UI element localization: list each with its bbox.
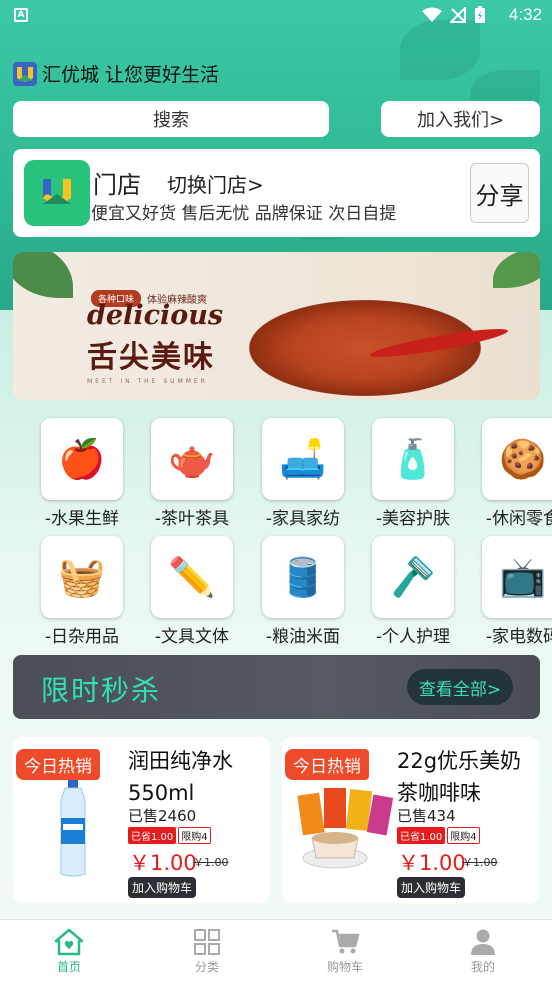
store-card: 门店 切换门店> 便宜又好货 售后无忧 品牌保证 次日自提 分享 xyxy=(13,149,540,237)
tab-label: 分类 xyxy=(194,960,219,974)
home-icon xyxy=(54,928,84,956)
product-card[interactable]: 今日热销 润田纯净水550ml 已售2460 已省1.00 限购4 ￥1.00 … xyxy=(13,737,270,903)
tab-label: 我的 xyxy=(470,960,495,974)
leaf-decoration xyxy=(13,252,73,298)
category-label: -茶叶茶具 xyxy=(154,509,230,529)
sold-count: 已售2460 xyxy=(128,807,197,825)
tab-label: 首页 xyxy=(56,960,81,974)
category-label: -个人护理 xyxy=(375,627,451,646)
category-stationery[interactable]: ✏️ -文具文体 xyxy=(137,536,247,646)
hot-badge: 今日热销 xyxy=(285,749,369,780)
category-grid: 🍎 -水果生鲜 🫖 -茶叶茶具 🛋️ -家具家纺 🧴 -美容护肤 🍪 -休闲零食… xyxy=(0,416,552,646)
product-price: ￥1.00 xyxy=(129,851,197,875)
switch-store-link[interactable]: 切换门店> xyxy=(167,169,264,198)
original-price: ￥1.00 xyxy=(193,856,229,869)
brand-logo-icon xyxy=(13,61,37,86)
tv-icon: 📺 xyxy=(482,536,552,618)
clock: 4:32 xyxy=(508,5,542,24)
join-us-button[interactable]: 加入我们> xyxy=(381,101,540,137)
shelf-icon: 🧺 xyxy=(41,536,123,618)
tab-cart[interactable]: 购物车 xyxy=(276,920,414,983)
saved-badge: 已省1.00 xyxy=(397,827,446,844)
snack-icon: 🍪 xyxy=(482,418,552,500)
search-input[interactable]: 搜索 xyxy=(13,101,329,137)
product-name: 22g优乐美奶茶咖啡味 xyxy=(397,749,522,805)
notification-icon: A xyxy=(14,8,28,22)
category-label: -家具家纺 xyxy=(265,509,341,529)
share-button[interactable]: 分享 xyxy=(470,163,529,223)
shaver-icon: 🪒 xyxy=(372,536,454,618)
status-bar: A 4:32 xyxy=(0,0,552,32)
battery-icon xyxy=(475,6,485,23)
flash-sale-title: 限时秒杀 xyxy=(41,674,162,707)
water-bottle-icon xyxy=(19,773,127,883)
tab-label: 购物车 xyxy=(326,960,363,974)
category-label: -水果生鲜 xyxy=(44,509,120,529)
teapot-icon: 🫖 xyxy=(151,418,233,500)
category-label: -文具文体 xyxy=(154,627,230,646)
category-grain-oil[interactable]: 🛢️ -粮油米面 xyxy=(248,536,358,646)
category-furniture[interactable]: 🛋️ -家具家纺 xyxy=(248,418,358,529)
product-name: 润田纯净水550ml xyxy=(128,749,233,805)
category-label: -美容护肤 xyxy=(375,509,451,529)
category-label: -家电数码 xyxy=(485,627,552,646)
store-logo-icon xyxy=(24,160,90,226)
sofa-icon: 🛋️ xyxy=(262,418,344,500)
product-card[interactable]: 今日热销 22g优乐美奶茶咖啡味 已售434 已省1.00 限购4 ￥1.00 … xyxy=(282,737,539,903)
category-beauty[interactable]: 🧴 -美容护肤 xyxy=(358,418,468,529)
original-price: ￥1.00 xyxy=(462,856,498,869)
grid-icon xyxy=(194,929,220,955)
user-icon xyxy=(471,929,495,955)
limit-badge: 限购4 xyxy=(178,827,211,844)
brand-title: 汇优城 让您更好生活 xyxy=(42,64,220,86)
category-label: -休闲零食 xyxy=(485,509,552,529)
brand-header: 汇优城 让您更好生活 xyxy=(12,60,219,87)
wifi-icon xyxy=(422,7,442,22)
store-slogan: 便宜又好货 售后无忧 品牌保证 次日自提 xyxy=(91,204,397,224)
signal-off-icon xyxy=(450,7,466,23)
add-to-cart-button[interactable]: 加入购物车 xyxy=(397,877,466,898)
flash-sale-bar: 限时秒杀 查看全部> xyxy=(13,655,540,719)
category-daily[interactable]: 🧺 -日杂用品 xyxy=(27,536,137,646)
category-electronics[interactable]: 📺 -家电数码 xyxy=(468,536,552,646)
milk-tea-icon xyxy=(288,773,396,883)
pencils-icon: ✏️ xyxy=(151,536,233,618)
banner-subtitle: MEET IN THE SUMMER xyxy=(87,378,208,385)
banner-title: 舌尖美味 xyxy=(87,340,215,375)
category-fruit[interactable]: 🍎 -水果生鲜 xyxy=(27,418,137,529)
tab-home[interactable]: 首页 xyxy=(0,920,138,983)
add-to-cart-button[interactable]: 加入购物车 xyxy=(128,877,197,898)
search-label: 搜索 xyxy=(153,110,189,131)
category-personal-care[interactable]: 🪒 -个人护理 xyxy=(358,536,468,646)
promo-banner[interactable]: 各种口味 体验麻辣酸爽 delicious 舌尖美味 MEET IN THE S… xyxy=(13,252,540,400)
limit-badge: 限购4 xyxy=(447,827,480,844)
fruit-basket-icon: 🍎 xyxy=(41,418,123,500)
tab-profile[interactable]: 我的 xyxy=(414,920,552,983)
product-tags: 已省1.00 限购4 xyxy=(128,827,211,844)
view-all-button[interactable]: 查看全部> xyxy=(407,669,513,705)
product-price: ￥1.00 xyxy=(398,851,466,875)
category-label: -粮油米面 xyxy=(265,627,341,646)
store-title: 门店 xyxy=(93,171,141,199)
oil-bottle-icon: 🛢️ xyxy=(262,536,344,618)
tab-category[interactable]: 分类 xyxy=(138,920,276,983)
saved-badge: 已省1.00 xyxy=(128,827,177,844)
join-us-label: 加入我们> xyxy=(416,110,505,131)
system-icons xyxy=(422,6,486,24)
category-label: -日杂用品 xyxy=(44,627,120,646)
category-tea[interactable]: 🫖 -茶叶茶具 xyxy=(137,418,247,529)
hot-badge: 今日热销 xyxy=(16,749,100,780)
bottom-tab-bar: 首页 分类 购物车 我的 xyxy=(0,919,552,983)
leaf-decoration xyxy=(493,252,540,288)
skincare-icon: 🧴 xyxy=(372,418,454,500)
product-tags: 已省1.00 限购4 xyxy=(397,827,480,844)
cart-icon xyxy=(332,929,360,954)
sold-count: 已售434 xyxy=(397,807,456,825)
category-snacks[interactable]: 🍪 -休闲零食 xyxy=(468,418,552,529)
banner-word: delicious xyxy=(87,300,224,331)
